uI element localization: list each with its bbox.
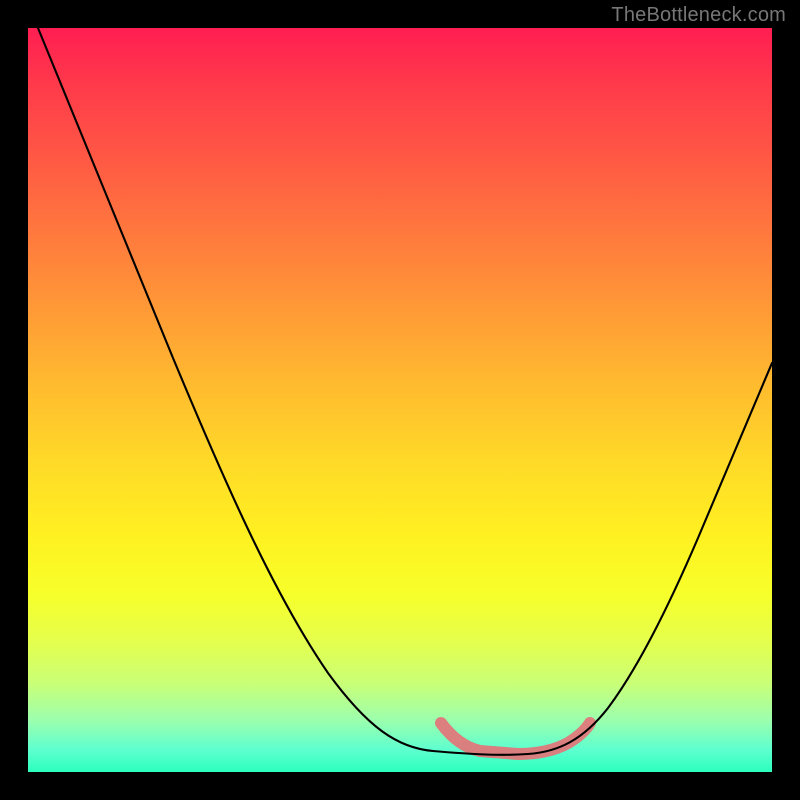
chart-svg [28,28,772,772]
toleration-band-highlight [441,723,590,754]
plot-gradient-background [28,28,772,772]
bottleneck-curve [38,28,772,755]
chart-frame: TheBottleneck.com [0,0,800,800]
watermark-label: TheBottleneck.com [611,4,786,27]
